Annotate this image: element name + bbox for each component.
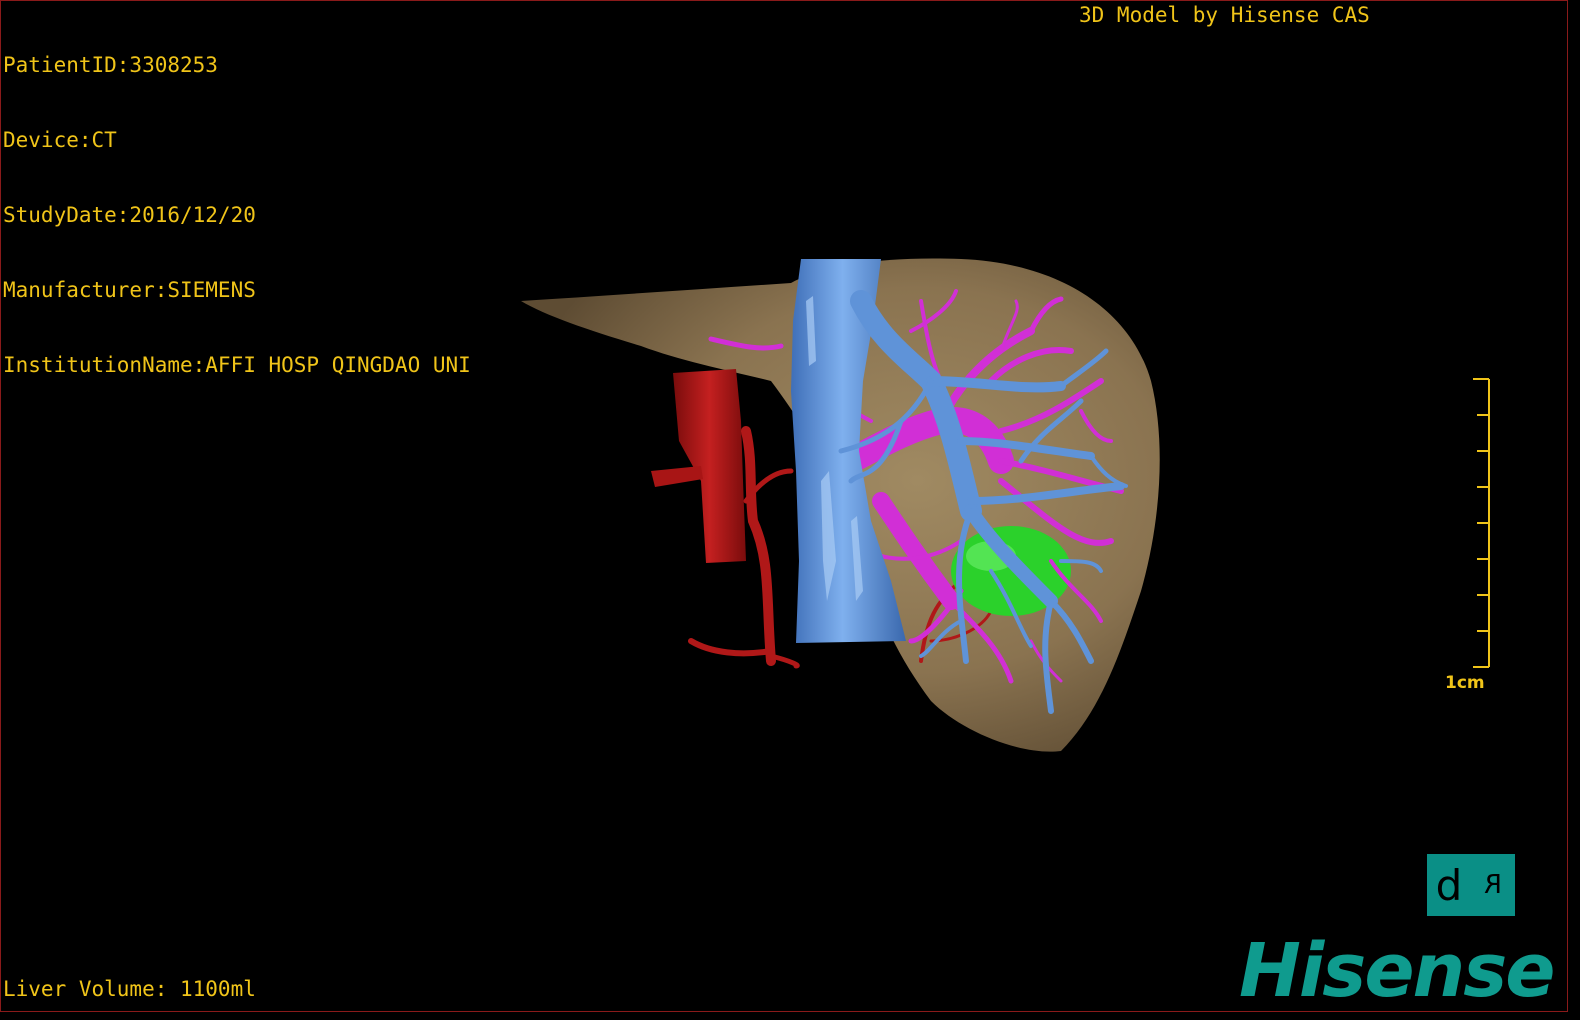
3d-viewport[interactable]: PatientID:3308253 Device:CT StudyDate:20…	[0, 0, 1568, 1012]
hisense-logo: Hisense	[1239, 928, 1555, 1012]
manufacturer: Manufacturer:SIEMENS	[3, 278, 256, 302]
model-credit: 3D Model by Hisense CAS	[1079, 3, 1370, 27]
orientation-face-right[interactable]: R	[1471, 854, 1515, 916]
scale-bar	[1473, 378, 1490, 668]
orientation-cube-icon[interactable]: d R	[1427, 854, 1515, 916]
liver-volume: Liver Volume: 1100ml	[3, 977, 256, 1001]
dicom-info: PatientID:3308253 Device:CT StudyDate:20…	[3, 3, 471, 428]
aorta	[673, 369, 746, 563]
device: Device:CT	[3, 128, 117, 152]
institution-name: InstitutionName:AFFI HOSP QINGDAO UNI	[3, 353, 471, 377]
scale-bar-label: 1cm	[1445, 673, 1485, 693]
orientation-face-left[interactable]: d	[1427, 854, 1471, 916]
study-date: StudyDate:2016/12/20	[3, 203, 256, 227]
patient-id: PatientID:3308253	[3, 53, 218, 77]
renal-artery-left	[651, 466, 703, 487]
